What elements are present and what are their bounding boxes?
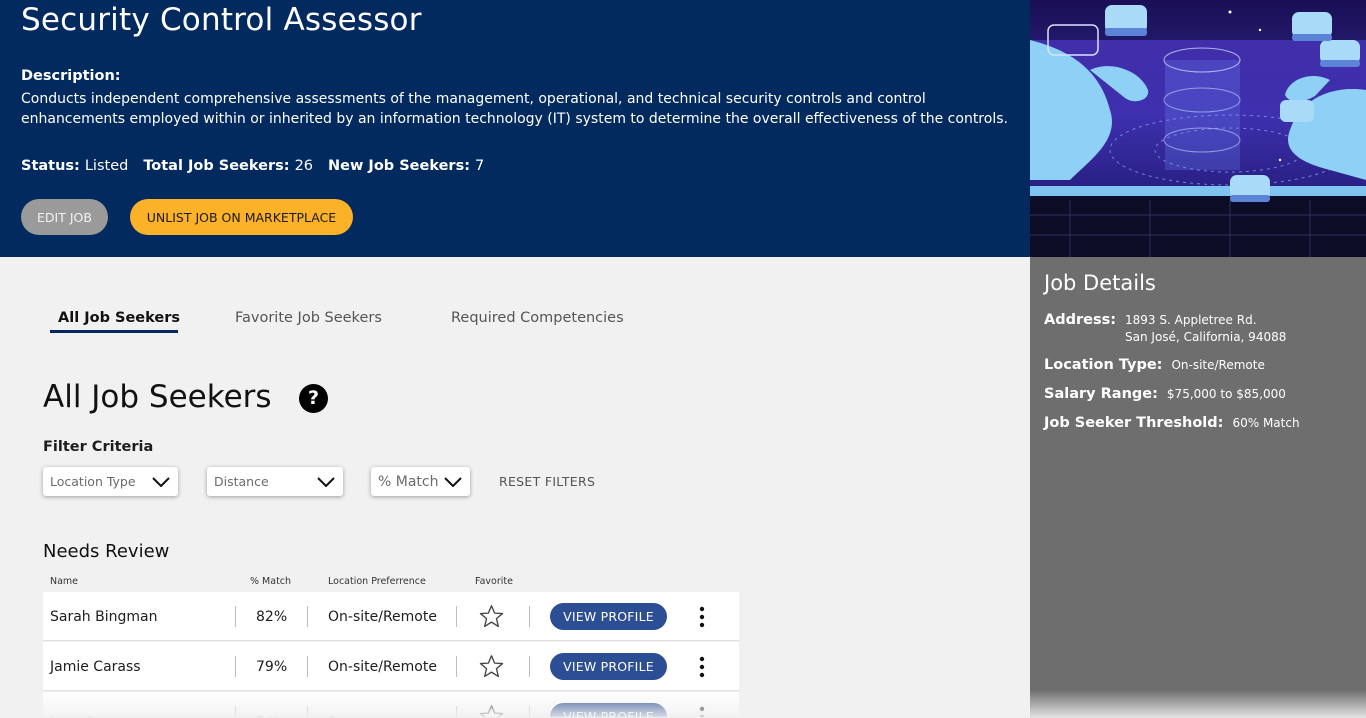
new-seekers-label: New Job Seekers: [328, 158, 470, 174]
job-header: Security Control Assessor Description: C… [0, 0, 1030, 257]
column-divider [456, 606, 457, 627]
seeker-name: Sarah Bingman [50, 608, 158, 625]
address-value: 1893 S. Appletree Rd. San José, Californ… [1125, 312, 1286, 346]
column-divider [307, 606, 308, 627]
location-type-filter-value: Location Type [50, 474, 136, 489]
column-divider [307, 706, 308, 717]
view-profile-button[interactable]: VIEW PROFILE [550, 703, 667, 717]
table-row: Jean Grayson 74% Remote VIEW PROFILE [43, 692, 739, 718]
tab-all-job-seekers[interactable]: All Job Seekers [58, 310, 180, 326]
table-row: Jamie Carass 79% On-site/Remote VIEW PRO… [43, 642, 739, 691]
column-divider [307, 656, 308, 677]
location-type-row: Location Type: On-site/Remote [1044, 357, 1265, 374]
address-line-2: San José, California, 94088 [1125, 330, 1287, 344]
view-profile-button[interactable]: VIEW PROFILE [550, 603, 667, 630]
match-filter[interactable]: % Match [371, 467, 470, 496]
description-label: Description: [21, 68, 121, 84]
seeker-name: Jean Grayson [50, 698, 143, 718]
question-circle-icon[interactable]: ? [299, 384, 328, 413]
chevron-down-icon [317, 476, 335, 487]
unlist-job-button[interactable]: UNLIST JOB ON MARKETPLACE [130, 199, 353, 235]
seeker-location: On-site/Remote [328, 658, 437, 675]
hero-illustration [1030, 0, 1366, 257]
seeker-match: 82% [256, 608, 288, 625]
column-divider [456, 656, 457, 677]
status-stat: Status: Listed [21, 158, 128, 174]
kebab-menu-icon[interactable] [693, 656, 711, 678]
new-seekers-value: 7 [475, 158, 485, 174]
column-divider [235, 656, 236, 677]
star-outline-icon[interactable] [478, 653, 505, 680]
kebab-menu-icon[interactable] [693, 606, 711, 628]
column-divider [235, 706, 236, 717]
needs-review-title: Needs Review [43, 541, 170, 562]
status-value: Listed [84, 158, 129, 174]
match-filter-value: % Match [378, 473, 439, 490]
total-seekers-stat: Total Job Seekers: 26 [143, 158, 313, 174]
threshold-row: Job Seeker Threshold: 60% Match [1044, 415, 1300, 432]
section-title: All Job Seekers [43, 379, 272, 415]
address-line-1: 1893 S. Appletree Rd. [1125, 313, 1257, 327]
column-divider [235, 606, 236, 627]
seeker-location: On-site/Remote [328, 608, 437, 625]
threshold-value: 60% Match [1232, 416, 1300, 430]
address-row: Address: 1893 S. Appletree Rd. San José,… [1044, 312, 1286, 346]
location-type-filter[interactable]: Location Type [43, 467, 178, 496]
salary-row: Salary Range: $75,000 to $85,000 [1044, 386, 1286, 403]
column-divider [529, 706, 530, 717]
chevron-down-icon [444, 476, 462, 487]
column-divider [529, 656, 530, 677]
view-profile-button[interactable]: VIEW PROFILE [550, 653, 667, 680]
column-header-match: % Match [250, 576, 292, 587]
tab-favorite-job-seekers[interactable]: Favorite Job Seekers [235, 310, 382, 326]
seeker-match: 74% [256, 698, 287, 718]
location-type-value: On-site/Remote [1171, 358, 1265, 372]
reset-filters-button[interactable]: RESET FILTERS [499, 474, 595, 489]
distance-filter[interactable]: Distance [207, 467, 343, 496]
column-header-favorite: Favorite [475, 576, 513, 587]
status-label: Status: [21, 158, 80, 174]
chevron-down-icon [152, 476, 170, 487]
active-tab-indicator [50, 330, 178, 333]
total-seekers-value: 26 [294, 158, 314, 174]
salary-value: $75,000 to $85,000 [1166, 387, 1286, 401]
star-outline-icon[interactable] [478, 603, 505, 630]
job-details-title: Job Details [1044, 271, 1156, 295]
edit-job-button[interactable]: EDIT JOB [21, 199, 108, 235]
new-seekers-stat: New Job Seekers: 7 [328, 158, 484, 174]
total-seekers-label: Total Job Seekers: [143, 158, 290, 174]
kebab-menu-icon[interactable] [693, 706, 711, 718]
star-outline-icon[interactable] [478, 703, 505, 718]
column-header-name: Name [50, 576, 79, 587]
column-header-location: Location Preferrence [328, 576, 426, 587]
threshold-label: Job Seeker Threshold: [1044, 415, 1224, 431]
column-divider [456, 706, 457, 717]
location-type-label: Location Type: [1044, 357, 1163, 373]
seeker-match: 79% [256, 658, 288, 675]
job-details-panel: Job Details Address: 1893 S. Appletree R… [1030, 257, 1366, 718]
description-text: Conducts independent comprehensive asses… [21, 91, 1008, 127]
page-title: Security Control Assessor [21, 2, 422, 38]
table-row: Sarah Bingman 82% On-site/Remote VIEW PR… [43, 592, 739, 641]
address-label: Address: [1044, 312, 1117, 328]
filter-criteria-label: Filter Criteria [43, 439, 154, 455]
hero-illustration-art [1030, 5, 1366, 257]
seeker-location: Remote [328, 698, 382, 718]
salary-label: Salary Range: [1044, 386, 1158, 402]
tab-required-competencies[interactable]: Required Competencies [451, 310, 624, 326]
job-stats: Status: Listed Total Job Seekers: 26 New J… [21, 158, 484, 174]
distance-filter-value: Distance [214, 474, 269, 489]
column-divider [529, 606, 530, 627]
seeker-name: Jamie Carass [50, 658, 141, 675]
